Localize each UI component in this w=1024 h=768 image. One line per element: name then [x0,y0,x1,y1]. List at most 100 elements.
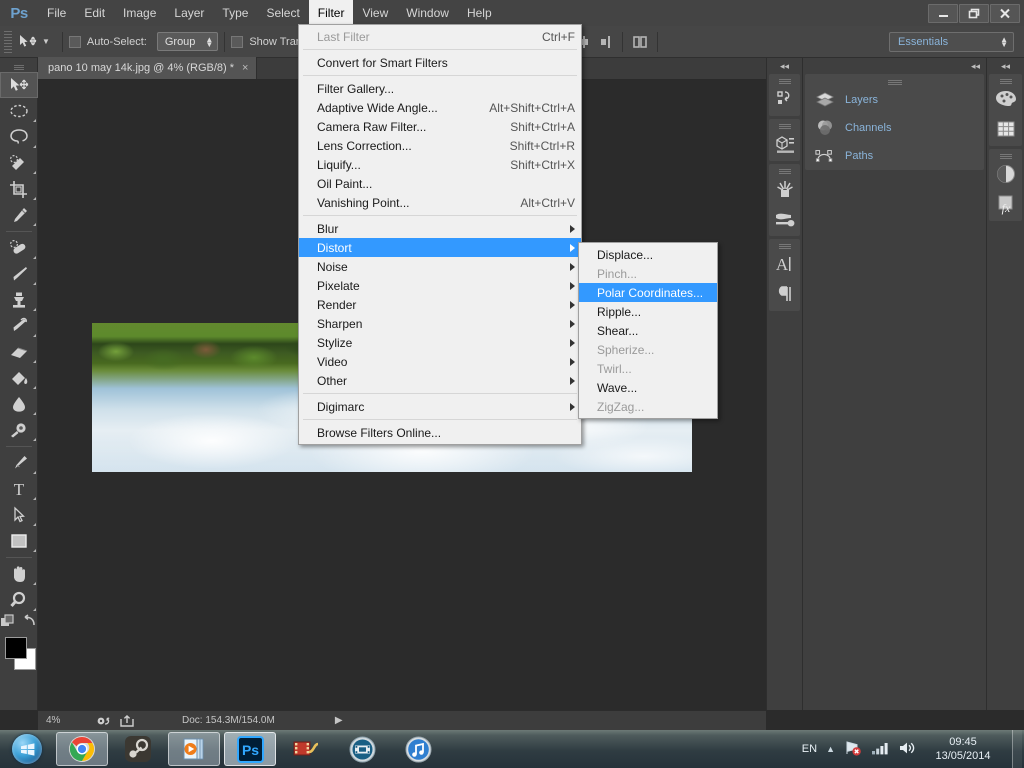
zoom-level[interactable]: 4% [38,715,86,726]
submenu-item-wave[interactable]: Wave... [579,378,717,397]
menu-select[interactable]: Select [257,0,308,26]
right-dock-collapse-button[interactable]: ◂◂ [987,58,1024,74]
distribute-right-icon[interactable] [595,31,615,53]
styles-fx-icon[interactable]: fx [989,189,1022,219]
menu-item-digimarc[interactable]: Digimarc [299,397,581,416]
dock-grip[interactable] [989,149,1022,159]
show-transform-checkbox[interactable] [231,35,244,48]
auto-select-scope-dropdown[interactable]: Group ▲ ▼ [156,32,219,51]
panel-tab-layers[interactable]: Layers [805,86,984,114]
signal-bars-icon[interactable] [871,741,889,758]
minimize-button[interactable] [928,3,958,23]
tray-expand-icon[interactable]: ▲ [826,744,835,754]
tool-gradient-paintbucket[interactable] [0,365,38,391]
dock-grip[interactable] [769,119,800,129]
tool-quick-selection[interactable] [0,150,38,176]
menu-image[interactable]: Image [114,0,165,26]
tool-spot-healing[interactable] [0,235,38,261]
auto-select-checkbox[interactable] [68,35,81,48]
dock-collapse-button[interactable]: ◂◂ [767,58,802,74]
menu-layer[interactable]: Layer [165,0,213,26]
network-error-icon[interactable] [844,740,862,759]
workspace-dropdown[interactable]: Essentials ▲ ▼ [889,31,1014,52]
color-swatches-icon[interactable] [989,84,1022,114]
adjustments-icon[interactable] [989,159,1022,189]
tool-eyedropper[interactable] [0,202,38,228]
panel-grip[interactable] [805,74,984,86]
document-tab[interactable]: pano 10 may 14k.jpg @ 4% (RGB/8) * × [38,57,258,79]
tool-marquee[interactable] [0,98,38,124]
paragraph-icon[interactable] [769,279,800,309]
dock-grip[interactable] [769,239,800,249]
expand-arrow-icon[interactable]: ▶ [335,715,343,726]
3d-icon[interactable] [769,129,800,159]
submenu-item-spherize[interactable]: Spherize... [579,340,717,359]
submenu-item-shear[interactable]: Shear... [579,321,717,340]
tool-crop[interactable] [0,176,38,202]
panel-collapse-button[interactable]: ◂◂ [803,58,986,74]
settings-icon[interactable] [96,715,112,727]
menu-view[interactable]: View [353,0,397,26]
taskbar-item-chrome[interactable] [56,732,108,766]
menu-item-other[interactable]: Other [299,371,581,390]
restore-button[interactable] [959,3,989,23]
tool-path-selection[interactable] [0,502,38,528]
menu-filter[interactable]: Filter [308,0,354,26]
brush-presets-icon[interactable] [769,204,800,234]
filter-menu-dropdown[interactable]: Last Filter Ctrl+F Convert for Smart Fil… [298,24,582,445]
menu-item-liquify[interactable]: Liquify... Shift+Ctrl+X [299,155,581,174]
dock-grip[interactable] [769,74,800,84]
show-desktop-button[interactable] [1012,730,1022,768]
submenu-item-zigzag[interactable]: ZigZag... [579,397,717,416]
tool-clone-stamp[interactable] [0,287,38,313]
menu-item-vanishing-point[interactable]: Vanishing Point... Alt+Ctrl+V [299,193,581,212]
share-icon[interactable] [120,714,134,727]
close-icon[interactable]: × [242,62,248,74]
tool-lasso[interactable] [0,124,38,150]
menu-item-render[interactable]: Render [299,295,581,314]
menu-item-camera-raw-filter[interactable]: Camera Raw Filter... Shift+Ctrl+A [299,117,581,136]
screen-mode-icon[interactable] [21,614,37,628]
menu-item-convert-for-smart-filters[interactable]: Convert for Smart Filters [299,53,581,72]
taskbar-item-movie-maker[interactable] [336,732,388,766]
menu-item-adaptive-wide-angle[interactable]: Adaptive Wide Angle... Alt+Shift+Ctrl+A [299,98,581,117]
menu-item-browse-filters-online[interactable]: Browse Filters Online... [299,423,581,442]
submenu-item-twirl[interactable]: Twirl... [579,359,717,378]
tray-clock[interactable]: 09:45 13/05/2014 [925,735,1001,763]
quick-mask-icon[interactable] [0,614,16,628]
menu-item-noise[interactable]: Noise [299,257,581,276]
tool-move[interactable] [0,72,38,98]
menu-window[interactable]: Window [397,0,458,26]
color-swatches[interactable] [0,635,38,675]
panel-content-area[interactable] [803,170,986,640]
submenu-item-ripple[interactable]: Ripple... [579,302,717,321]
taskbar-item-photoshop[interactable]: Ps [224,732,276,766]
character-icon[interactable]: A [769,249,800,279]
menu-edit[interactable]: Edit [75,0,114,26]
tool-history-brush[interactable] [0,313,38,339]
current-tool-button[interactable]: ▼ [12,30,56,54]
start-button[interactable] [0,730,54,768]
taskbar-item-steam[interactable] [112,732,164,766]
menu-item-pixelate[interactable]: Pixelate [299,276,581,295]
menu-item-lens-correction[interactable]: Lens Correction... Shift+Ctrl+R [299,136,581,155]
taskbar-item-media-player[interactable] [168,732,220,766]
options-bar-grip[interactable] [4,30,12,53]
tool-type[interactable]: T [0,476,38,502]
dock-grip[interactable] [769,164,800,174]
tray-language[interactable]: EN [802,743,817,755]
taskbar-item-itunes[interactable] [392,732,444,766]
submenu-item-pinch[interactable]: Pinch... [579,264,717,283]
volume-icon[interactable] [898,741,916,758]
tool-hand[interactable] [0,561,38,587]
submenu-item-polar-coordinates[interactable]: Polar Coordinates... [579,283,717,302]
menu-item-filter-gallery[interactable]: Filter Gallery... [299,79,581,98]
tool-rectangle-shape[interactable] [0,528,38,554]
taskbar-item-video-editor[interactable] [280,732,332,766]
submenu-item-displace[interactable]: Displace... [579,245,717,264]
tool-eraser[interactable] [0,339,38,365]
menu-item-blur[interactable]: Blur [299,219,581,238]
brush-panel-icon[interactable] [769,174,800,204]
align-panel-icon[interactable] [630,31,650,53]
dock-grip[interactable] [989,74,1022,84]
